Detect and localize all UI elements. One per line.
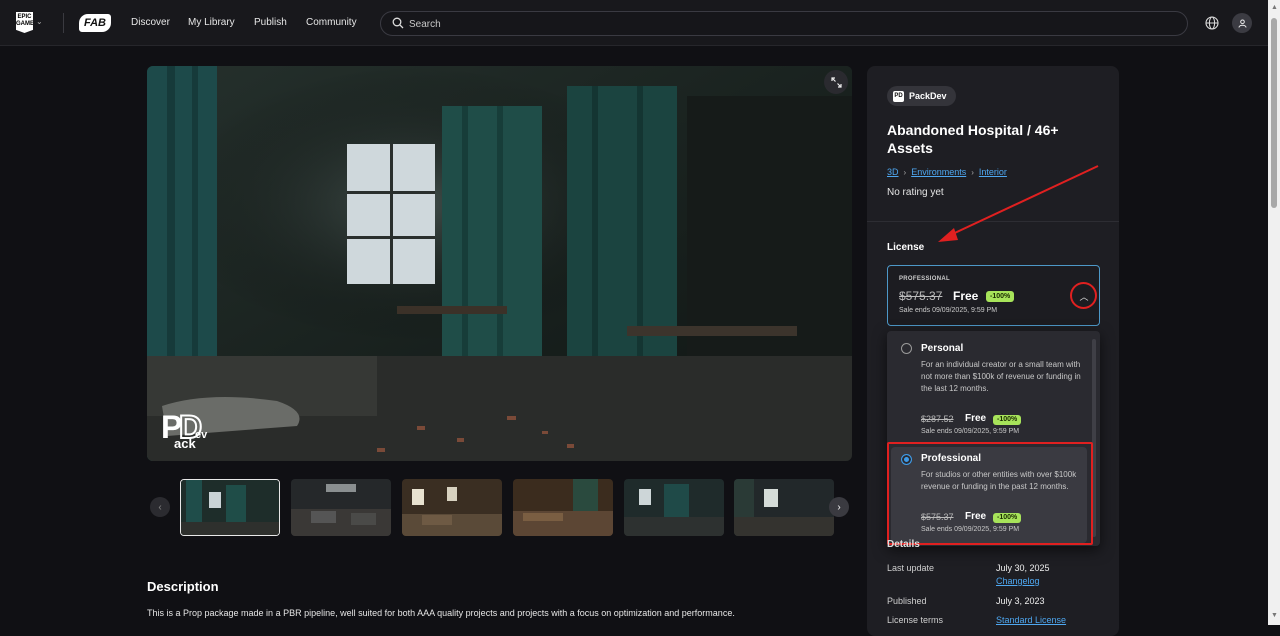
annotation-arrow (938, 165, 1099, 242)
thumbnail-next-button[interactable]: › (829, 497, 849, 517)
thumbnail-2[interactable] (291, 479, 391, 536)
nav-discover[interactable]: Discover (131, 17, 170, 28)
annotation-circle (1070, 282, 1097, 309)
details-heading: Details (887, 539, 920, 550)
globe-icon[interactable] (1205, 16, 1219, 30)
detail-label-published: Published (887, 596, 927, 606)
scroll-thumb[interactable] (1271, 18, 1277, 208)
thumbnail-prev-button[interactable]: ‹ (150, 497, 170, 517)
option-description: For an individual creator or a small tea… (921, 360, 1081, 393)
scroll-down-icon[interactable]: ▼ (1271, 612, 1278, 619)
thumbnail-6[interactable] (734, 479, 834, 536)
svg-text:ack: ack (174, 436, 196, 451)
detail-value-last-update: July 30, 2025 (996, 563, 1050, 573)
top-navigation-bar: EPIC GAMES ⌄ FAB Discover My Library Pub… (0, 0, 1280, 46)
seller-chip[interactable]: PD PackDev (887, 86, 956, 106)
page-scrollbar[interactable]: ▲ ▼ (1268, 0, 1280, 625)
thumbnail-4[interactable] (513, 479, 613, 536)
option-original-price: $287.52 (921, 414, 954, 424)
option-discount-badge: -100% (993, 415, 1022, 425)
fab-logo[interactable]: FAB (79, 14, 111, 32)
detail-label-last-update: Last update (887, 563, 935, 573)
seller-logo-icon: PD (893, 90, 904, 102)
chevron-right-icon: › (837, 501, 841, 513)
standard-license-link[interactable]: Standard License (996, 615, 1066, 625)
thumbnail-1[interactable] (180, 479, 280, 536)
option-sale-ends: Sale ends 09/09/2025, 9:59 PM (921, 428, 1020, 435)
chevron-right-icon: › (903, 167, 907, 177)
license-selector[interactable]: PROFESSIONAL $575.37 Free -100% Sale end… (887, 265, 1100, 326)
option-name: Personal (921, 343, 964, 354)
discount-badge: -100% (986, 291, 1015, 302)
search-icon (392, 17, 404, 29)
product-title: Abandoned Hospital / 46+ Assets (887, 122, 1059, 156)
thumbnail-3[interactable] (402, 479, 502, 536)
option-price: Free (965, 413, 987, 424)
thumbnail-5[interactable] (624, 479, 724, 536)
breadcrumb-3d[interactable]: 3D (887, 167, 899, 177)
license-option-personal[interactable]: Personal For an individual creator or a … (887, 331, 1091, 441)
fullscreen-expand-button[interactable] (824, 70, 848, 94)
user-avatar-icon[interactable] (1232, 13, 1252, 33)
license-tier: PROFESSIONAL (899, 276, 950, 282)
product-main-image[interactable]: P D ack ev (147, 66, 852, 461)
detail-label-license-terms: License terms (887, 615, 944, 625)
hospital-room-image: P D ack ev (147, 66, 852, 461)
original-price: $575.37 (899, 289, 943, 303)
packdev-watermark: P D ack ev (161, 408, 208, 451)
nav-my-library[interactable]: My Library (188, 17, 235, 28)
search-bar[interactable] (380, 11, 1188, 36)
expand-icon (830, 76, 842, 88)
nav-community[interactable]: Community (306, 17, 357, 28)
svg-text:ev: ev (195, 429, 208, 441)
detail-value-published: July 3, 2023 (996, 596, 1045, 606)
epic-games-logo-icon[interactable]: EPIC GAMES (16, 12, 33, 33)
search-input[interactable] (409, 16, 1109, 32)
nav-divider (63, 13, 64, 33)
sale-ends-text: Sale ends 09/09/2025, 9:59 PM (899, 307, 998, 314)
radio-personal[interactable] (901, 343, 912, 354)
current-price: Free (953, 289, 979, 303)
changelog-link[interactable]: Changelog (996, 576, 1040, 586)
description-text: This is a Prop package made in a PBR pip… (147, 608, 735, 618)
chevron-down-icon[interactable]: ⌄ (36, 17, 43, 26)
nav-publish[interactable]: Publish (254, 17, 287, 28)
chevron-left-icon: ‹ (158, 501, 162, 513)
seller-name: PackDev (909, 91, 947, 101)
scroll-up-icon[interactable]: ▲ (1271, 4, 1278, 11)
annotation-rectangle (887, 442, 1093, 545)
license-label: License (887, 242, 925, 253)
description-heading: Description (147, 579, 219, 594)
